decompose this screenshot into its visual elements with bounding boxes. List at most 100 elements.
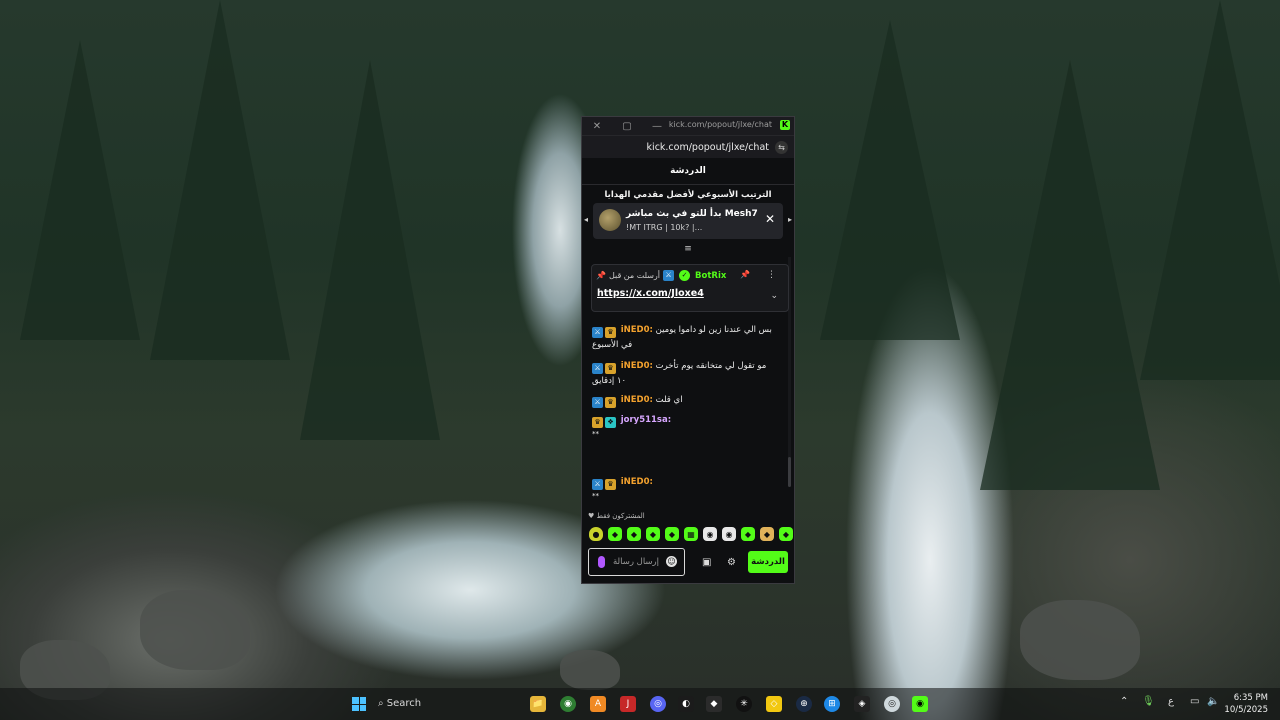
windows-taskbar: ⌕ Search 📁 ◉ A J ◎ ◐ ◆ ✳ ◇ ⊕ ⊞ ◈ ◎ ◉ ⌃ 🎙… — [0, 688, 1280, 720]
username[interactable]: iNED0: — [621, 395, 653, 405]
emoji-picker-icon[interactable]: ☺ — [666, 556, 677, 567]
username[interactable]: jory511sa: — [621, 415, 671, 425]
clock-time: 6:35 PM — [1233, 693, 1268, 703]
message-text: *‪‪‪‪‪‪‪‪‪‪‪‪‪‪‪‪‪‪‪‪‪‪‪‪‪‪‪‪‪‪‪‪‪‪‪‪‪‪‪… — [592, 430, 599, 438]
username[interactable]: iNED0: — [621, 361, 653, 371]
settings-icon[interactable]: ⚙ — [727, 557, 736, 568]
speaker-icon[interactable]: 🔈 — [1207, 696, 1219, 707]
wallpaper-rock — [560, 650, 620, 690]
app-icon[interactable]: ◎ — [884, 696, 900, 712]
app-icon[interactable]: A — [590, 696, 606, 712]
pin-icon[interactable]: 📌 — [740, 270, 750, 279]
app-icon[interactable]: ◇ — [766, 696, 782, 712]
message-text: مو تقول لي متخانقه يوم تأخرت ١٠ إدقايق — [592, 361, 767, 386]
epic-games-icon[interactable]: ◈ — [854, 696, 870, 712]
site-settings-icon[interactable]: ⇆ — [775, 140, 788, 154]
microphone-icon[interactable]: 🎙 — [1142, 696, 1155, 707]
app-icon[interactable]: ✳ — [736, 696, 752, 712]
moderator-badge-icon: ⚔ — [592, 363, 603, 374]
address-bar: kick.com/popout/jlxe/chat ⇆ — [582, 135, 794, 158]
wallpaper-tree — [820, 20, 960, 340]
chat-message: ⚔ ♛ iNED0: اي قلت — [592, 393, 778, 408]
emote-icon[interactable]: ◆ — [779, 527, 793, 541]
crown-badge-icon: ♛ — [605, 363, 616, 374]
app-icon[interactable]: ⊞ — [824, 696, 840, 712]
message-text: اي قلت — [655, 395, 683, 405]
taskbar-search[interactable]: ⌕ Search — [378, 694, 518, 714]
subs-label-text: المشتركون فقط — [596, 512, 645, 520]
close-icon[interactable]: ✕ — [765, 212, 775, 226]
partially-hidden-message — [591, 251, 787, 261]
pinned-message[interactable]: 📌 أرسلت من قبل ⚔ ✓ BotRix 📌 ⋮ https://x.… — [591, 264, 789, 312]
app-icon[interactable]: ◆ — [706, 696, 722, 712]
emote-icon[interactable]: ◆ — [741, 527, 755, 541]
chat-header: الدردشة — [582, 158, 794, 185]
chrome-icon[interactable]: ◉ — [560, 696, 576, 712]
store-icon[interactable]: ▣ — [702, 557, 711, 568]
moderator-badge-icon: ⚔ — [592, 327, 603, 338]
crown-badge-icon: ♛ — [592, 417, 603, 428]
pinned-username[interactable]: BotRix — [695, 271, 726, 281]
chat-message: ⚔ ♛ iNED0: مو تقول لي متخانقه يوم تأخرت ١… — [592, 359, 778, 388]
kick-logo-icon: K — [780, 120, 790, 130]
notification-title: Mesh7 بدأ للتو في بث مباشر — [626, 209, 758, 219]
emote-icon[interactable]: ◉ — [722, 527, 736, 541]
address-url[interactable]: kick.com/popout/jlxe/chat — [647, 142, 769, 153]
kick-app-icon[interactable]: ◉ — [912, 696, 928, 712]
app-icon[interactable]: J — [620, 696, 636, 712]
username[interactable]: iNED0: — [621, 477, 653, 487]
crown-badge-icon: ♛ — [605, 479, 616, 490]
message-text: بس الي عندنا زين لو داموا يومين في الأسب… — [592, 325, 772, 350]
emote-icon[interactable]: ● — [589, 527, 603, 541]
chat-scrollbar-thumb[interactable] — [788, 457, 791, 487]
wallpaper-tree — [300, 60, 440, 440]
chat-message-input[interactable]: إرسال رسالة ☺ — [588, 548, 685, 576]
chat-message: ⚔ ♛ iNED0: بس الي عندنا زين لو داموا يومي… — [592, 323, 778, 352]
start-button[interactable] — [352, 697, 366, 711]
carousel-next-icon[interactable]: ▸ — [788, 215, 792, 224]
input-placeholder: إرسال رسالة — [613, 557, 660, 567]
file-explorer-icon[interactable]: 📁 — [530, 696, 546, 712]
emote-icon[interactable]: ▦ — [684, 527, 698, 541]
pinned-by-label: أرسلت من قبل — [608, 271, 661, 280]
gifter-badge-icon: ❖ — [605, 417, 616, 428]
expand-icon[interactable]: ⌄ — [770, 291, 778, 301]
maximize-window-button[interactable]: ▢ — [612, 121, 642, 132]
app-icon[interactable]: ◐ — [678, 696, 694, 712]
minimize-window-button[interactable]: — — [642, 121, 672, 132]
emote-bar: ● ◆ ◆ ◆ ◆ ▦ ◉ ◉ ◆ ◆ ◆ — [589, 527, 793, 541]
chat-composer: إرسال رسالة ☺ ▣ ⚙ الدردشة — [588, 548, 790, 578]
chat-message: ♛ ❖ jory511sa: *‪‪‪‪‪‪‪‪‪‪‪‪‪‪‪‪‪‪‪‪‪‪‪‪‪… — [592, 413, 778, 441]
chat-message: ⚔ ♛ iNED0: *‪‪‪‪‪‪‪‪‪‪‪‪‪‪‪‪‪‪‪‪‪‪‪‪‪‪‪‪‪… — [592, 475, 778, 503]
emote-icon[interactable]: ◆ — [646, 527, 660, 541]
close-window-button[interactable]: ✕ — [582, 121, 612, 132]
language-indicator[interactable]: ع — [1168, 696, 1174, 707]
clock-date: 10/5/2025 — [1224, 705, 1268, 715]
emote-icon[interactable]: ◆ — [665, 527, 679, 541]
subscribers-only-label: ♥ المشتركون فقط — [588, 512, 645, 520]
pinned-meta: 📌 أرسلت من قبل ⚔ ✓ BotRix — [596, 270, 726, 281]
verified-badge-icon: ✓ — [679, 270, 691, 281]
chevron-up-icon[interactable]: ⌃ — [1120, 696, 1128, 707]
wallpaper-tree — [150, 0, 290, 360]
emote-icon[interactable]: ◆ — [608, 527, 622, 541]
steam-icon[interactable]: ⊕ — [796, 696, 812, 712]
more-options-icon[interactable]: ⋮ — [767, 270, 776, 280]
microphone-icon[interactable] — [598, 556, 605, 568]
avatar — [599, 209, 621, 231]
carousel-prev-icon[interactable]: ◂ — [584, 215, 588, 224]
emote-icon[interactable]: ◆ — [760, 527, 774, 541]
pinned-link[interactable]: https://x.com/Jloxe4 — [597, 288, 704, 299]
send-chat-button[interactable]: الدردشة — [748, 551, 788, 573]
wallpaper-rock — [1020, 600, 1140, 680]
taskbar-clock[interactable]: 6:35 PM 10/5/2025 — [1222, 692, 1268, 716]
emote-icon[interactable]: ◉ — [703, 527, 717, 541]
window-title: kick.com/popout/jlxe/chat — [668, 120, 772, 129]
username[interactable]: iNED0: — [621, 325, 653, 335]
emote-icon[interactable]: ◆ — [627, 527, 641, 541]
wallpaper-tree — [980, 60, 1160, 490]
discord-icon[interactable]: ◎ — [650, 696, 666, 712]
display-icon[interactable]: ▭ — [1190, 696, 1199, 707]
wallpaper-tree — [20, 40, 140, 340]
stream-notification-card[interactable]: ◂ Mesh7 بدأ للتو في بث مباشر !MT ITRG | … — [584, 203, 792, 239]
